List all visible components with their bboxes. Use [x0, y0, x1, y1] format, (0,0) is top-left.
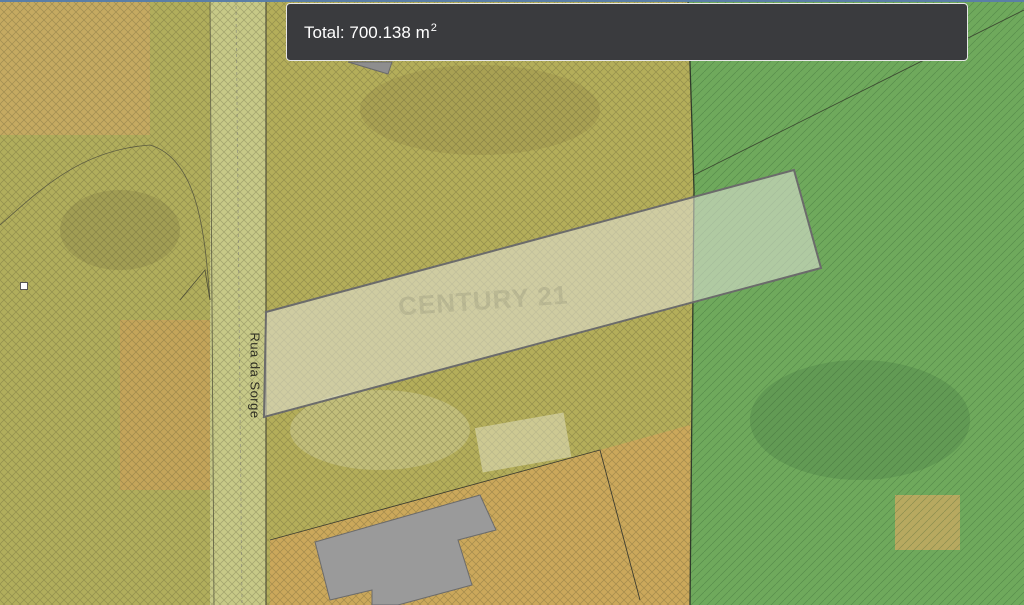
street-label: Rua da Sorge [247, 332, 263, 419]
window-top-border [0, 0, 1024, 2]
vertex-handle[interactable] [20, 282, 28, 290]
total-unit: m [415, 23, 430, 42]
total-value: 700.138 [349, 23, 411, 42]
map-view[interactable]: CENTURY 21 Rua da Sorge Total: 700.138 m… [0, 0, 1024, 605]
measurement-total-panel: Total: 700.138 m2 [286, 3, 968, 61]
total-label: Total: [304, 23, 345, 42]
hatch-overlay-green [690, 0, 1024, 605]
total-unit-exponent: 2 [430, 22, 437, 34]
